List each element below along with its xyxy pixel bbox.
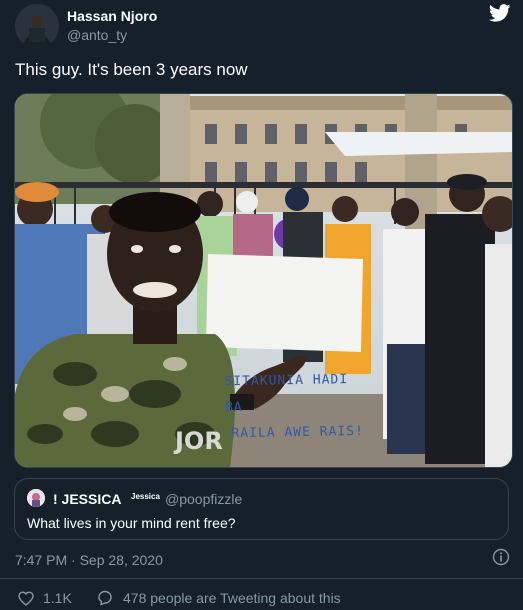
speech-bubble-icon[interactable] (96, 589, 113, 606)
quoted-name[interactable]: ! JESSICA (53, 491, 121, 507)
author-avatar[interactable] (15, 4, 59, 48)
tweet-timestamp[interactable]: 7:47 PM · Sep 28, 2020 (15, 552, 163, 568)
quoted-handle[interactable]: @poopfizzle (165, 491, 242, 507)
quoted-tweet[interactable]: ! JESSICA Jessica @poopfizzle What lives… (14, 478, 509, 540)
divider (0, 578, 523, 579)
author-handle[interactable]: @anto_ty (67, 27, 127, 43)
info-icon[interactable] (492, 548, 510, 566)
quoted-text: What lives in your mind rent free? (27, 515, 236, 531)
tweeting-about-link[interactable]: 478 people are Tweeting about this (123, 590, 341, 606)
tweet-photo[interactable]: JOR SITAKUNIA HADI BA RAILA AWE RAIS! (14, 93, 513, 468)
author-name[interactable]: Hassan Njoro (67, 8, 157, 24)
sign-line-2: RAILA AWE RAIS! (231, 423, 364, 442)
sign-line-1: SITAKUNIA HADI BA (224, 372, 349, 416)
quoted-badge: Jessica (131, 492, 160, 501)
tweet-text: This guy. It's been 3 years now (15, 60, 248, 79)
tweet-card: Hassan Njoro @anto_ty This guy. It's bee… (0, 0, 523, 610)
protest-sign: SITAKUNIA HADI BA RAILA AWE RAIS! (224, 367, 375, 448)
quoted-avatar[interactable] (27, 489, 45, 507)
heart-icon[interactable] (18, 591, 34, 606)
svg-text:JOR: JOR (173, 427, 223, 455)
like-count[interactable]: 1.1K (43, 590, 72, 606)
twitter-bird-icon[interactable] (489, 4, 511, 22)
